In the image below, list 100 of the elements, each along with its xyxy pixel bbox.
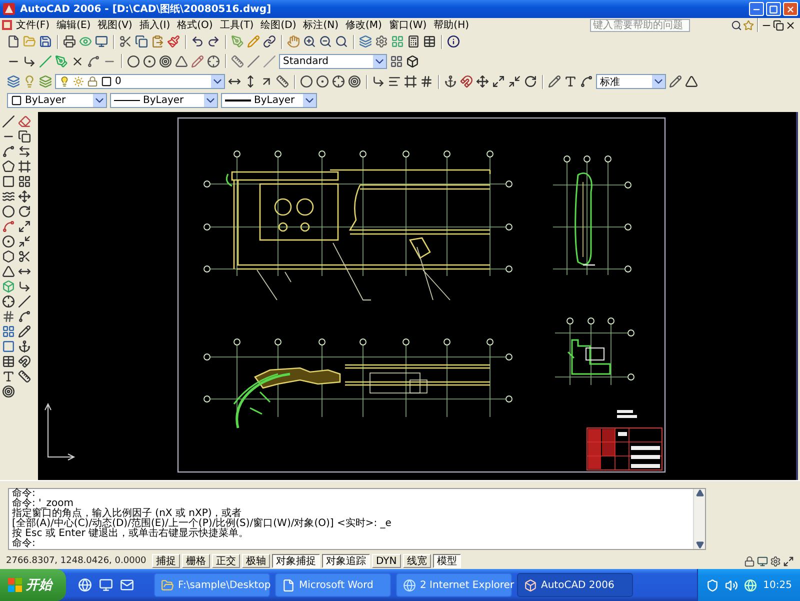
magnet-icon[interactable] [460,75,473,88]
square-icon[interactable] [2,340,15,353]
color-dropdown[interactable]: ByLayer [7,93,107,108]
taskbar-task-button[interactable]: F:\sample\Desktop [154,573,270,597]
dimension-style-dropdown[interactable]: 标准 [596,74,666,89]
anchor-icon[interactable] [18,340,31,353]
search-icon[interactable] [731,20,742,30]
curve-icon[interactable] [2,220,15,233]
circle-icon[interactable] [300,75,313,88]
corner-arrow-icon[interactable] [372,75,385,88]
document-icon[interactable] [2,20,12,30]
cross-icon[interactable] [71,54,84,68]
start-button[interactable]: 开始 [0,569,66,601]
speaker-icon[interactable] [725,578,738,592]
menu-item[interactable]: 文件(F) [13,18,53,32]
frame-icon[interactable] [404,75,417,88]
diagonal-arrow-icon[interactable] [260,75,273,88]
printer-icon[interactable] [63,35,76,48]
expand-arrows-icon[interactable] [783,556,794,566]
curve-icon[interactable] [580,75,593,88]
diagonal-line-icon[interactable] [2,115,15,128]
pencil-icon[interactable] [669,75,682,88]
settings-icon[interactable] [770,556,781,566]
copy-icon[interactable] [135,35,148,48]
eraser-icon[interactable] [18,115,31,128]
vertical-scrollbar[interactable] [693,489,705,549]
table-icon[interactable] [423,35,436,48]
crosshair-icon[interactable] [332,75,345,88]
shrink-arrows-icon[interactable] [508,75,521,88]
menu-item[interactable]: 绘图(D) [258,18,300,32]
aligned-lines-icon[interactable] [388,75,401,88]
layers-icon[interactable] [39,75,52,88]
expand-arrows-icon[interactable] [492,75,505,88]
target-icon[interactable] [2,385,15,398]
monitor-icon[interactable] [95,35,108,48]
move-icon[interactable] [18,190,31,203]
triangle-icon[interactable] [2,265,15,278]
status-toggle-button[interactable]: 极轴 [242,554,270,568]
maximize-button[interactable] [766,2,781,16]
scroll-up-icon[interactable] [696,489,704,497]
status-toggle-button[interactable]: 栅格 [182,554,210,568]
help-search-field[interactable]: 键入需要帮助的问题 [590,18,690,32]
redo-icon[interactable] [207,35,220,48]
globe-icon[interactable] [744,578,758,592]
menu-item[interactable]: 工具(T) [216,18,257,32]
circle-dot-icon[interactable] [2,235,15,248]
undo-icon[interactable] [191,35,204,48]
taskbar-task-button[interactable]: Microsoft Word [275,573,391,597]
globe-icon[interactable] [78,578,92,592]
ruler-icon[interactable] [276,75,289,88]
circle-dot-icon[interactable] [316,75,329,88]
grid-icon[interactable] [2,325,15,338]
star-icon[interactable] [743,20,754,30]
minimize-button[interactable] [749,2,764,16]
status-toggle-button[interactable]: 模型 [432,554,461,568]
pencil-icon[interactable] [18,325,31,338]
pentagon-icon[interactable] [2,160,15,173]
shrink-arrows-icon[interactable] [18,235,31,248]
status-toggle-button[interactable]: 捕捉 [152,554,180,568]
menu-item[interactable]: 视图(V) [94,18,136,32]
restore-icon[interactable] [773,20,784,30]
lock-icon[interactable] [744,556,755,566]
corner-arrow-icon[interactable] [23,54,36,68]
pencil-icon[interactable] [548,75,561,88]
paintbrush-icon[interactable] [167,35,180,48]
menu-item[interactable]: 编辑(E) [54,18,94,32]
triangle-icon[interactable] [175,54,188,68]
linetype-dropdown[interactable]: ByLayer [110,93,218,108]
status-toggle-button[interactable]: 对象追踪 [322,554,370,568]
text-icon[interactable] [564,75,577,88]
ruler-icon[interactable] [18,370,31,383]
lineweight-dropdown[interactable]: ByLayer [221,93,317,108]
crosshair-icon[interactable] [207,54,220,68]
save-icon[interactable] [39,35,52,48]
curve-icon[interactable] [2,145,15,158]
left-right-arrows-icon[interactable] [18,145,31,158]
calculator-icon[interactable] [407,35,420,48]
zoom-in-icon[interactable] [303,35,316,48]
settings-icon[interactable] [375,35,388,48]
mail-icon[interactable] [120,578,134,592]
expand-arrows-icon[interactable] [18,220,31,233]
monitor-icon[interactable] [757,556,768,566]
curve-icon[interactable] [87,54,100,68]
layers-icon[interactable] [359,35,372,48]
link-icon[interactable] [263,35,276,48]
triangle-icon[interactable] [685,75,698,88]
close-icon[interactable] [785,20,796,30]
rotate-icon[interactable] [524,75,537,88]
circle-icon[interactable] [127,54,140,68]
scissors-icon[interactable] [18,250,31,263]
copy-icon[interactable] [18,130,31,143]
layers-icon[interactable] [7,75,20,88]
scissors-icon[interactable] [119,35,132,48]
status-toggle-button[interactable]: 线宽 [402,554,431,568]
hash-icon[interactable] [2,310,15,323]
target-icon[interactable] [159,54,172,68]
shield-icon[interactable] [706,578,720,592]
curve-icon[interactable] [18,310,31,323]
corner-arrow-icon[interactable] [18,280,31,293]
status-toggle-button[interactable]: DYN [372,554,401,568]
